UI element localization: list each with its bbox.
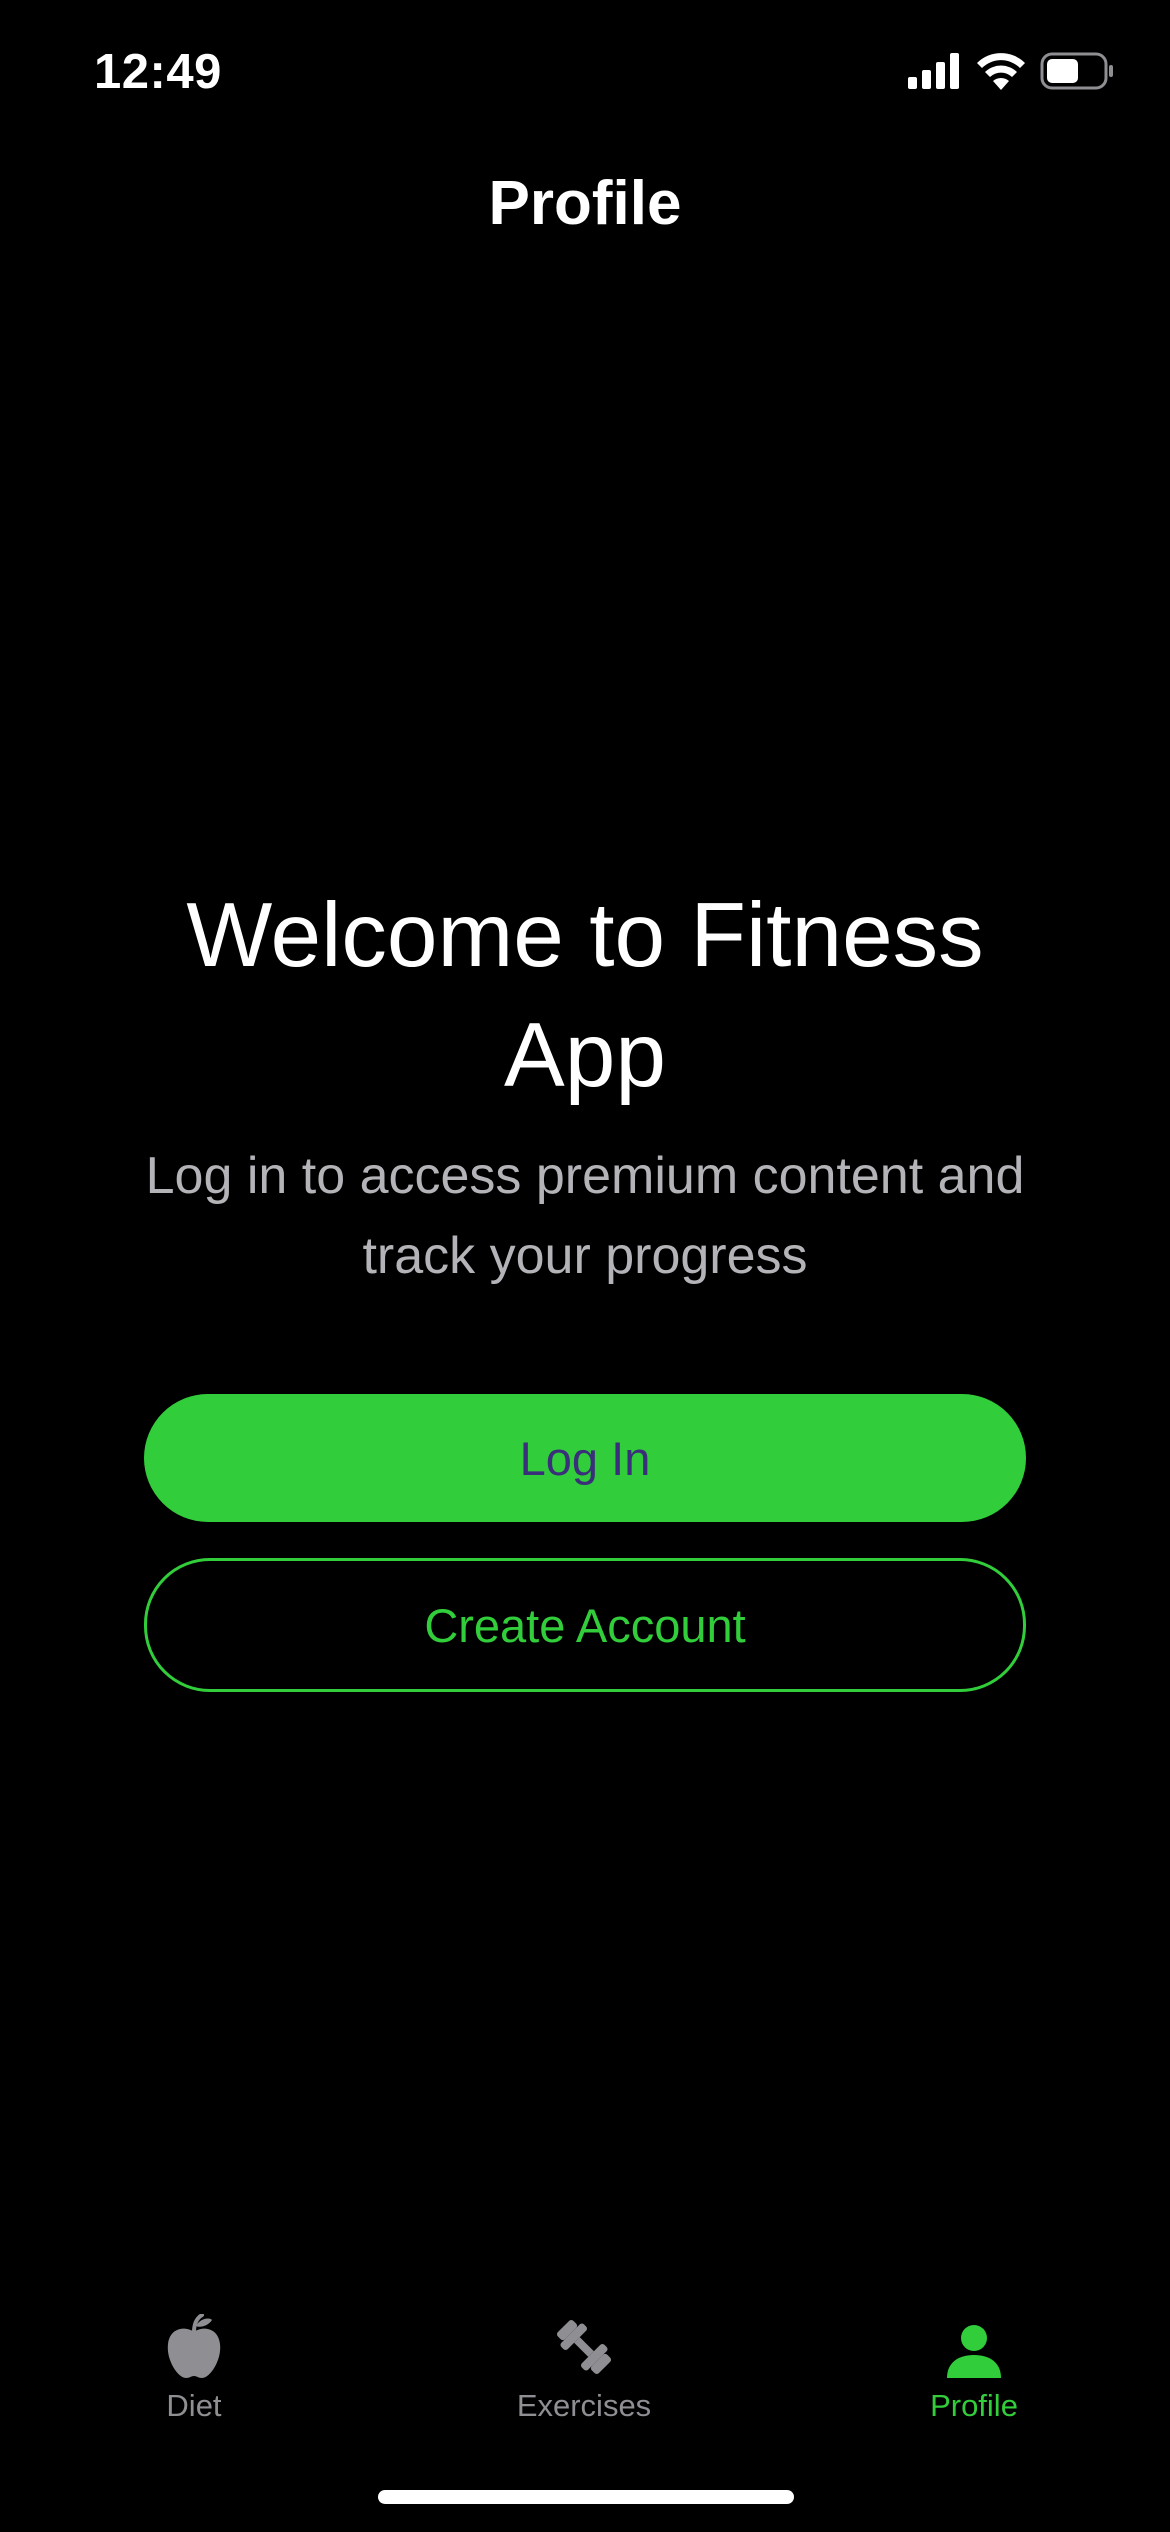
- welcome-title: Welcome to Fitness App: [186, 885, 984, 1106]
- apple-icon: [164, 2300, 224, 2380]
- welcome-subtitle: Log in to access premium content and tra…: [145, 1147, 1025, 1285]
- tab-bar: Diet Exercises Profile: [0, 2300, 1170, 2450]
- tab-label-exercises: Exercises: [516, 2388, 652, 2423]
- wifi-icon: [976, 52, 1026, 90]
- home-indicator[interactable]: [378, 2490, 794, 2504]
- status-bar: 12:49: [0, 0, 1170, 150]
- tab-label-diet: Diet: [166, 2388, 222, 2423]
- person-icon: [945, 2300, 1003, 2380]
- tab-exercises[interactable]: Exercises: [434, 2300, 734, 2424]
- cellular-signal-icon: [908, 53, 962, 89]
- login-button[interactable]: Log In: [144, 1394, 1026, 1522]
- dumbbell-icon: [551, 2300, 617, 2380]
- page-title: Profile: [488, 169, 682, 238]
- tab-profile[interactable]: Profile: [824, 2300, 1124, 2424]
- tab-diet[interactable]: Diet: [44, 2300, 344, 2424]
- battery-icon: [1040, 52, 1116, 90]
- create-account-button[interactable]: Create Account: [144, 1558, 1026, 1692]
- tab-label-profile: Profile: [930, 2388, 1018, 2423]
- welcome-section: Welcome to Fitness App Log in to access …: [130, 876, 1040, 1296]
- status-time: 12:49: [94, 45, 222, 99]
- status-icons: [908, 52, 1116, 90]
